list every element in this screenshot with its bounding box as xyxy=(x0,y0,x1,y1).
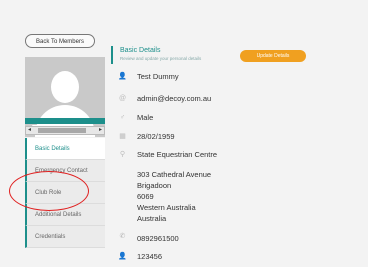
member-id: 123456 xyxy=(137,252,163,261)
sidebar-item-credentials[interactable]: Credentials xyxy=(25,226,105,248)
member-name: Test Dummy xyxy=(137,72,179,81)
address-line1: 303 Cathedral Avenue xyxy=(137,170,212,179)
id-person-icon: 👤 xyxy=(118,253,127,260)
update-details-button[interactable]: Update Details xyxy=(240,50,306,62)
app-frame: Back To Members ◂ ▸ Basic Details Emerge… xyxy=(0,0,368,267)
back-to-members-button[interactable]: Back To Members xyxy=(25,34,95,48)
address-block: 303 Cathedral Avenue Brigadoon 6069 West… xyxy=(137,169,211,224)
avatar[interactable] xyxy=(25,57,105,137)
avatar-head xyxy=(51,71,79,103)
member-phone: 0892961500 xyxy=(137,234,179,243)
member-venue: State Equestrian Centre xyxy=(137,150,218,159)
scroll-left-icon[interactable]: ◂ xyxy=(28,127,31,134)
gender-icon: ♂ xyxy=(119,114,126,121)
person-icon: 👤 xyxy=(118,73,127,80)
address-postcode: 6069 xyxy=(137,192,154,201)
phone-icon: ✆ xyxy=(119,233,126,240)
section-subtitle: Review and update your personal details xyxy=(120,56,202,61)
member-email: admin@decoy.com.au xyxy=(137,94,212,103)
section-title: Basic Details xyxy=(120,47,161,54)
calendar-icon: ▦ xyxy=(119,133,126,140)
address-state: Western Australia xyxy=(137,203,196,212)
address-line2: Brigadoon xyxy=(137,181,172,190)
profile-accent-bar xyxy=(25,118,105,124)
sidebar-item-basic-details[interactable]: Basic Details xyxy=(25,138,105,160)
at-icon: @ xyxy=(118,95,127,102)
member-gender: Male xyxy=(137,113,154,122)
horizontal-scrollbar[interactable]: ◂ ▸ xyxy=(25,126,105,135)
scroll-right-icon[interactable]: ▸ xyxy=(99,127,102,134)
section-header: Basic Details Review and update your per… xyxy=(111,46,201,64)
highlight-annotation-circle xyxy=(9,171,89,211)
member-dob: 28/02/1959 xyxy=(137,132,175,141)
address-country: Australia xyxy=(137,214,167,223)
scrollbar-thumb[interactable] xyxy=(38,128,86,133)
location-pin-icon: ⚲ xyxy=(119,151,126,158)
